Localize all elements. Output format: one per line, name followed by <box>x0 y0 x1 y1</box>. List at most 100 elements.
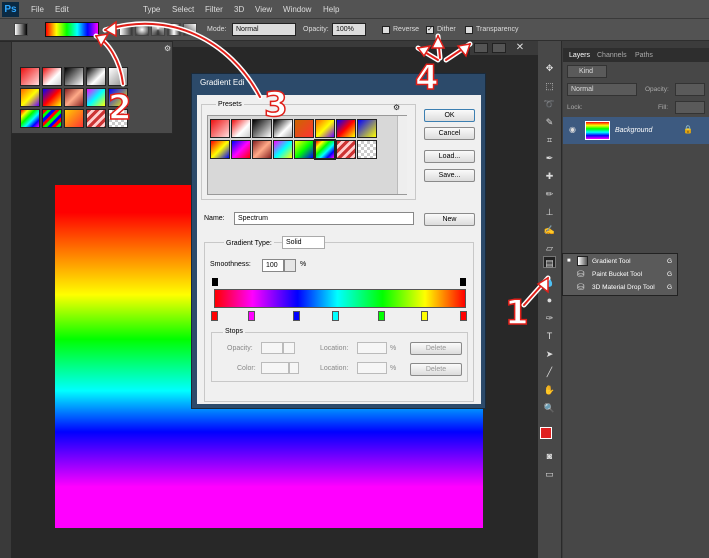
preset-swatch[interactable] <box>20 67 40 86</box>
preset-swatch[interactable] <box>20 109 40 128</box>
preset-swatch[interactable] <box>231 119 251 138</box>
brush-tool-icon[interactable]: ✏ <box>543 188 556 200</box>
preset-swatch[interactable] <box>336 140 356 159</box>
close-icon[interactable]: ✕ <box>512 42 528 54</box>
gradient-type-select[interactable]: Solid <box>282 236 325 249</box>
tab-paths[interactable]: Paths <box>635 52 653 59</box>
opacity-input[interactable]: 100% <box>332 23 366 36</box>
maximize-icon[interactable] <box>492 43 506 53</box>
menu-file[interactable]: File <box>31 5 44 14</box>
eye-icon[interactable]: ◉ <box>569 125 576 134</box>
path-select-tool-icon[interactable]: ➤ <box>543 348 556 360</box>
preset-swatch[interactable] <box>42 109 62 128</box>
preset-swatch[interactable] <box>86 88 106 107</box>
menu-edit[interactable]: Edit <box>55 5 69 14</box>
preset-swatch[interactable] <box>42 67 62 86</box>
fill-input[interactable] <box>675 101 705 114</box>
flyout-item-3d-material[interactable]: 3D Material Drop Tool <box>592 284 655 291</box>
stop-color-arrow[interactable] <box>289 362 299 374</box>
new-button[interactable]: New <box>424 213 475 226</box>
delete-color-stop-button[interactable]: Delete <box>410 363 462 376</box>
type-tool-icon[interactable]: T <box>543 330 556 342</box>
preset-swatch[interactable] <box>108 67 128 86</box>
eraser-tool-icon[interactable]: ▱ <box>543 242 556 254</box>
blur-tool-icon[interactable]: 💧 <box>543 276 556 288</box>
mode-select[interactable]: Normal <box>232 23 296 36</box>
color-stop[interactable] <box>421 311 428 321</box>
gradient-bar[interactable] <box>214 289 466 308</box>
minimize-icon[interactable] <box>474 43 488 53</box>
menu-type[interactable]: Type <box>143 5 160 14</box>
angle-gradient-button[interactable] <box>151 23 165 36</box>
foreground-color-swatch[interactable] <box>540 427 552 439</box>
preset-swatch[interactable] <box>231 140 251 159</box>
blend-mode-select[interactable]: Normal <box>567 83 637 96</box>
lasso-tool-icon[interactable]: ➰ <box>543 98 556 110</box>
gradient-preview[interactable] <box>45 22 99 37</box>
reflected-gradient-button[interactable] <box>167 23 181 36</box>
preset-swatch[interactable] <box>273 140 293 159</box>
smoothness-stepper[interactable] <box>284 259 296 272</box>
zoom-tool-icon[interactable]: 🔍 <box>543 402 556 414</box>
stop-color-location-input[interactable] <box>357 362 387 374</box>
preset-swatch[interactable] <box>357 140 377 159</box>
menu-3d[interactable]: 3D <box>234 5 244 14</box>
quick-mask-icon[interactable]: ◙ <box>543 450 556 462</box>
dodge-tool-icon[interactable]: ● <box>543 294 556 306</box>
preset-swatch-spectrum[interactable] <box>314 139 336 160</box>
save-button[interactable]: Save... <box>424 169 475 182</box>
preset-swatch[interactable] <box>86 109 106 128</box>
preset-swatch[interactable] <box>20 88 40 107</box>
linear-gradient-button[interactable] <box>119 23 133 36</box>
move-tool-icon[interactable]: ✥ <box>543 62 556 74</box>
flyout-item-paint-bucket[interactable]: Paint Bucket Tool <box>592 271 642 278</box>
stamp-tool-icon[interactable]: ⊥ <box>543 206 556 218</box>
preset-swatch[interactable] <box>357 119 377 138</box>
name-input[interactable]: Spectrum <box>234 212 414 225</box>
menu-help[interactable]: Help <box>323 5 339 14</box>
preset-swatch[interactable] <box>210 140 230 159</box>
crop-tool-icon[interactable]: ⌗ <box>543 134 556 146</box>
preset-swatch[interactable] <box>294 140 314 159</box>
delete-opacity-stop-button[interactable]: Delete <box>410 342 462 355</box>
kind-filter-select[interactable]: Kind <box>567 65 607 78</box>
preset-swatch[interactable] <box>336 119 356 138</box>
reverse-checkbox[interactable] <box>382 26 390 34</box>
cancel-button[interactable]: Cancel <box>424 127 475 140</box>
gear-icon[interactable]: ⚙ <box>164 44 171 53</box>
preset-swatch[interactable] <box>64 109 84 128</box>
stop-opacity-stepper[interactable] <box>283 342 295 354</box>
layer-opacity-input[interactable] <box>675 83 705 96</box>
preset-swatch[interactable] <box>252 140 272 159</box>
preset-swatch[interactable] <box>294 119 314 138</box>
history-brush-tool-icon[interactable]: ✍ <box>543 224 556 236</box>
gear-icon[interactable]: ⚙ <box>393 103 400 112</box>
preset-swatch[interactable] <box>86 67 106 86</box>
tool-preset-picker[interactable] <box>14 23 28 36</box>
stop-opacity-location-input[interactable] <box>357 342 387 354</box>
preset-swatch[interactable] <box>210 119 230 138</box>
pen-tool-icon[interactable]: ✑ <box>543 312 556 324</box>
preset-swatch[interactable] <box>64 67 84 86</box>
layer-name[interactable]: Background <box>615 127 652 134</box>
marquee-tool-icon[interactable]: ⬚ <box>543 80 556 92</box>
layer-row-background[interactable]: ◉ Background 🔒 <box>563 117 709 144</box>
color-stop[interactable] <box>378 311 385 321</box>
preset-swatch[interactable] <box>64 88 84 107</box>
presets-scrollbar[interactable] <box>397 116 407 194</box>
opacity-stop-right[interactable] <box>460 278 466 286</box>
screen-mode-icon[interactable]: ▭ <box>543 468 556 480</box>
menu-view[interactable]: View <box>255 5 272 14</box>
color-stop[interactable] <box>293 311 300 321</box>
smoothness-input[interactable]: 100 <box>262 259 284 272</box>
load-button[interactable]: Load... <box>424 150 475 163</box>
color-stop[interactable] <box>460 311 467 321</box>
shape-tool-icon[interactable]: ╱ <box>543 366 556 378</box>
ok-button[interactable]: OK <box>424 109 475 122</box>
quick-select-tool-icon[interactable]: ✎ <box>543 116 556 128</box>
menu-filter[interactable]: Filter <box>205 5 223 14</box>
tab-channels[interactable]: Channels <box>597 52 627 59</box>
color-stop[interactable] <box>211 311 218 321</box>
healing-tool-icon[interactable]: ✚ <box>543 170 556 182</box>
transparency-checkbox[interactable] <box>465 26 473 34</box>
